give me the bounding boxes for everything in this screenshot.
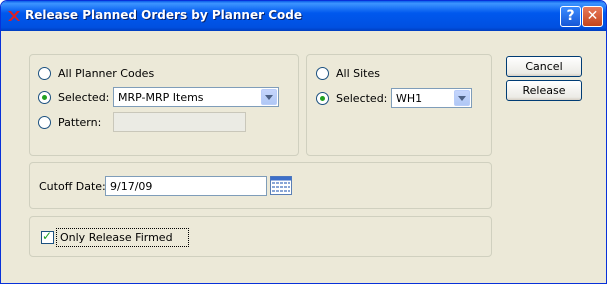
all-sites-radio[interactable]: [316, 67, 329, 80]
site-select[interactable]: WH1: [391, 88, 472, 108]
chevron-down-icon[interactable]: [261, 89, 277, 105]
all-planner-codes-radio[interactable]: [38, 67, 51, 80]
planner-code-value: MRP-MRP Items: [118, 91, 204, 104]
window-title: Release Planned Orders by Planner Code: [25, 8, 302, 22]
selected-planner-code-radio[interactable]: [38, 91, 51, 104]
pattern-label: Pattern:: [58, 116, 102, 129]
cutoff-date-value: 9/17/09: [110, 180, 153, 193]
selected-site-radio[interactable]: [316, 92, 329, 105]
only-release-firmed-checkbox[interactable]: ✓: [41, 229, 54, 244]
close-button[interactable]: ✕: [582, 6, 603, 27]
selected-site-label: Selected:: [336, 92, 388, 105]
selected-planner-code-label: Selected:: [58, 91, 110, 104]
calendar-icon[interactable]: [270, 176, 292, 195]
release-button[interactable]: Release: [506, 80, 582, 101]
title-bar: Release Planned Orders by Planner Code ?…: [1, 1, 606, 31]
all-planner-codes-label: All Planner Codes: [58, 67, 155, 80]
help-button[interactable]: ?: [560, 6, 581, 27]
only-release-firmed-label[interactable]: Only Release Firmed: [60, 231, 173, 244]
cancel-button[interactable]: Cancel: [506, 56, 582, 77]
planner-code-select[interactable]: MRP-MRP Items: [113, 87, 279, 107]
chevron-down-icon[interactable]: [454, 90, 470, 106]
pattern-radio[interactable]: [38, 116, 51, 129]
site-value: WH1: [396, 92, 423, 105]
all-sites-label: All Sites: [336, 67, 380, 80]
checkmark-icon: ✓: [42, 229, 53, 243]
pattern-input[interactable]: [113, 112, 246, 132]
cutoff-date-input[interactable]: 9/17/09: [105, 176, 267, 196]
dialog-window: Release Planned Orders by Planner Code ?…: [0, 0, 607, 284]
cutoff-date-label: Cutoff Date:: [39, 180, 106, 193]
app-logo-icon: [8, 11, 20, 21]
